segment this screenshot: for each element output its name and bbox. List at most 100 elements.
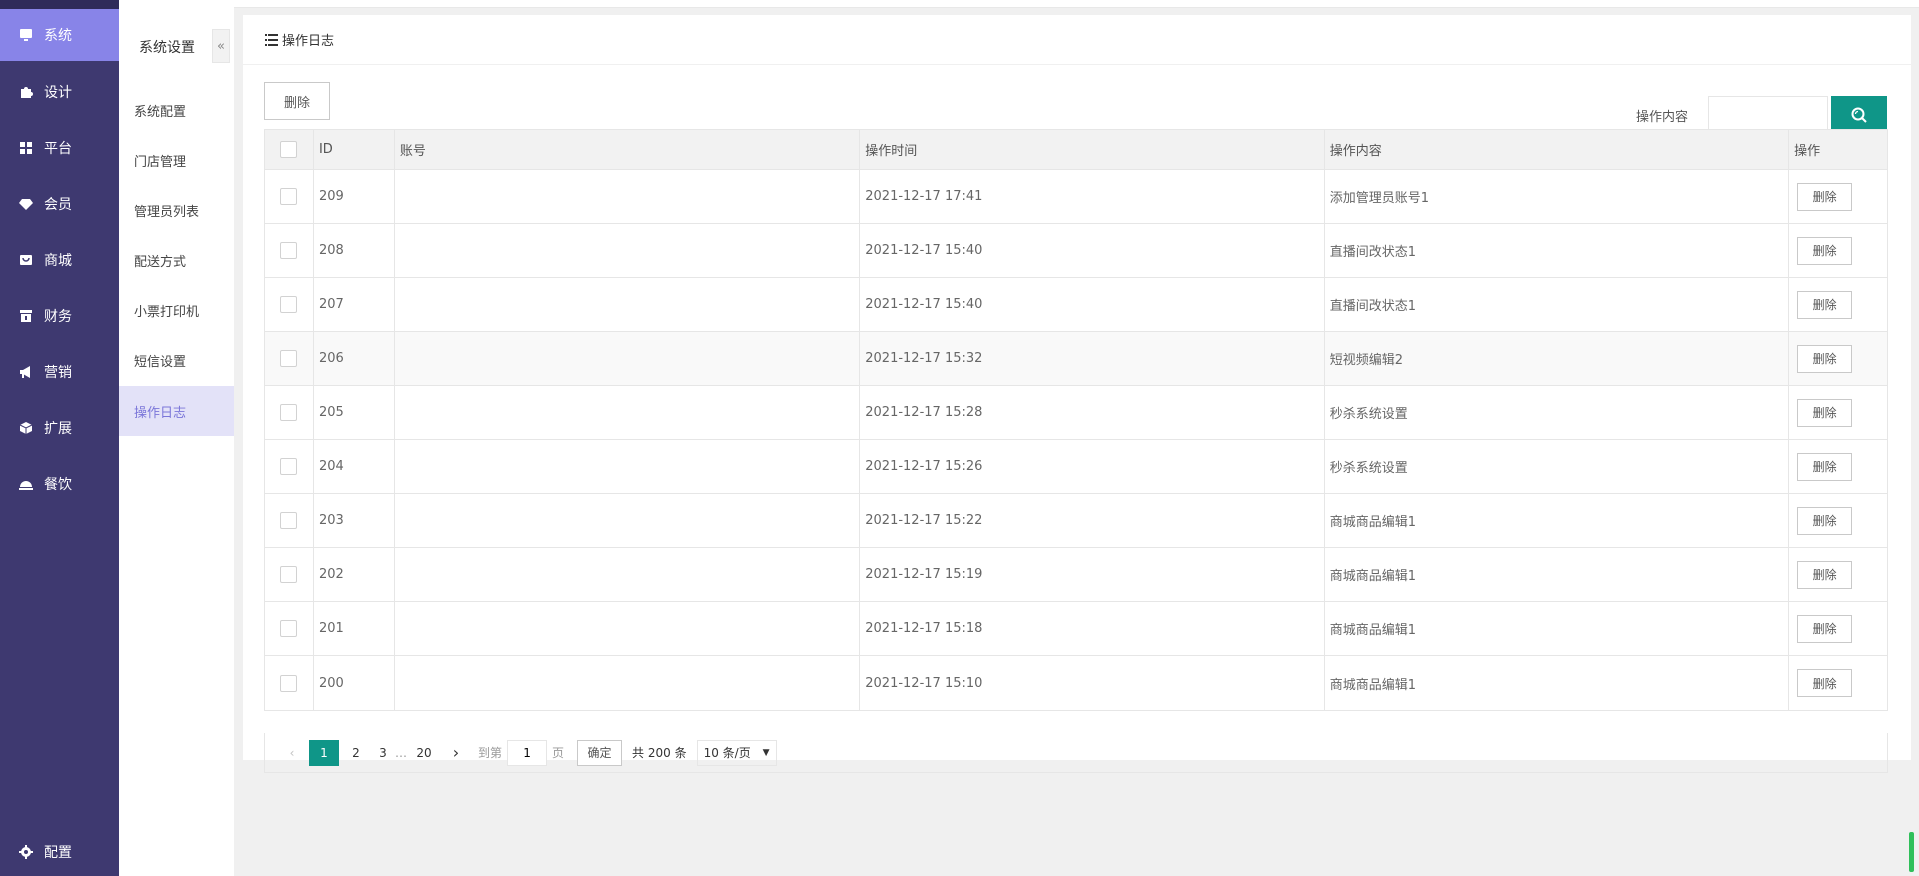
header-id[interactable]: ID — [314, 130, 395, 169]
nav-item-catering[interactable]: 餐饮 — [0, 458, 119, 510]
bulk-delete-button[interactable]: 删除 — [264, 82, 330, 120]
scrollbar-thumb[interactable] — [1909, 832, 1914, 872]
cell-time: 2021-12-17 15:40 — [860, 278, 1325, 331]
search-label: 操作内容 — [1636, 110, 1689, 125]
cell-id: 200 — [314, 656, 395, 710]
row-delete-button[interactable]: 删除 — [1797, 182, 1853, 211]
row-checkbox[interactable] — [280, 674, 298, 692]
cell-time: 2021-12-17 15:28 — [860, 386, 1325, 439]
collapse-sidebar-button[interactable]: « — [212, 29, 230, 63]
page-button-20[interactable]: 20 — [409, 740, 439, 766]
subnav-item-admin-list[interactable]: 管理员列表 — [119, 185, 234, 235]
cell-operation: 删除 — [1789, 548, 1887, 601]
cell-time: 2021-12-17 15:32 — [860, 332, 1325, 385]
prev-page-button[interactable]: ‹ — [277, 740, 307, 766]
nav-item-system[interactable]: 系统 — [0, 9, 119, 61]
nav-item-shop[interactable]: 商城 — [0, 234, 119, 286]
row-delete-button[interactable]: 删除 — [1797, 560, 1853, 589]
table-row: 202 2021-12-17 15:19 商城商品编辑1 删除 — [265, 548, 1887, 602]
subnav-item-receipt-printer[interactable]: 小票打印机 — [119, 285, 234, 335]
table-row: 206 2021-12-17 15:32 短视频编辑2 删除 — [265, 332, 1887, 386]
row-checkbox[interactable] — [280, 512, 298, 529]
row-checkbox[interactable] — [280, 566, 298, 583]
row-checkbox[interactable] — [280, 620, 298, 637]
nav-item-label: 财务 — [44, 309, 72, 325]
subnav-item-system-config[interactable]: 系统配置 — [119, 85, 234, 135]
header-content[interactable]: 操作内容 — [1325, 130, 1790, 169]
cell-content: 商城商品编辑1 — [1325, 548, 1790, 601]
cell-id: 209 — [314, 170, 395, 223]
header-account[interactable]: 账号 — [395, 130, 861, 169]
row-delete-button[interactable]: 删除 — [1797, 344, 1853, 373]
nav-item-label: 商城 — [44, 253, 72, 269]
nav-item-design[interactable]: 设计 — [0, 66, 119, 118]
goto-confirm-button[interactable]: 确定 — [577, 739, 623, 766]
row-checkbox[interactable] — [280, 188, 298, 205]
table-header-row: ID 账号 操作时间 操作内容 操作 — [265, 130, 1887, 170]
page-button-3[interactable]: 3 — [373, 740, 393, 766]
shop-icon — [18, 252, 34, 268]
nav-item-finance[interactable]: 财务 — [0, 290, 119, 342]
subnav-item-operation-log[interactable]: 操作日志 — [119, 386, 234, 436]
cell-operation: 删除 — [1789, 386, 1887, 439]
dropdown-arrow-icon: ▼ — [762, 747, 770, 758]
list-icon — [265, 33, 278, 46]
sidebar-top-strip — [0, 0, 119, 9]
table-row: 209 2021-12-17 17:41 添加管理员账号1 删除 — [265, 170, 1887, 224]
cell-account — [395, 602, 861, 655]
row-select-cell — [265, 656, 314, 710]
page-button-1[interactable]: 1 — [309, 739, 339, 766]
row-delete-button[interactable]: 删除 — [1797, 506, 1853, 535]
nav-item-label: 会员 — [44, 197, 72, 213]
pagination: ‹ 1 2 3 … 20 › 到第 页 确定 共 200 条 10 条/页 ▼ — [264, 733, 1888, 773]
row-delete-button[interactable]: 删除 — [1797, 669, 1853, 697]
cube-icon — [18, 420, 34, 436]
cell-account — [395, 656, 861, 710]
nav-item-marketing[interactable]: 营销 — [0, 346, 119, 398]
page-size-select[interactable]: 10 条/页 ▼ — [696, 739, 777, 766]
nav-item-label: 扩展 — [44, 421, 72, 437]
operation-log-table: ID 账号 操作时间 操作内容 操作 209 2021-12-17 17:41 添加… — [264, 129, 1888, 711]
goto-prefix: 到第 — [478, 746, 503, 760]
table-row: 204 2021-12-17 15:26 秒杀系统设置 删除 — [265, 440, 1887, 494]
puzzle-icon — [18, 84, 34, 100]
row-select-cell — [265, 332, 314, 385]
table-body: 209 2021-12-17 17:41 添加管理员账号1 删除 208 2021-12-… — [265, 170, 1887, 710]
row-delete-button[interactable]: 删除 — [1797, 614, 1853, 643]
panel-title: 操作日志 — [282, 34, 335, 49]
table-row: 201 2021-12-17 15:18 商城商品编辑1 删除 — [265, 602, 1887, 656]
goto-page-input[interactable] — [507, 739, 548, 766]
row-checkbox[interactable] — [280, 350, 298, 367]
row-delete-button[interactable]: 删除 — [1797, 236, 1853, 265]
cell-account — [395, 440, 861, 493]
select-all-checkbox[interactable] — [280, 141, 298, 158]
row-delete-button[interactable]: 删除 — [1797, 398, 1853, 427]
finance-icon — [18, 308, 34, 324]
cell-content: 商城商品编辑1 — [1325, 656, 1790, 710]
header-time[interactable]: 操作时间 — [860, 130, 1325, 169]
row-checkbox[interactable] — [280, 296, 298, 313]
cell-time: 2021-12-17 15:22 — [860, 494, 1325, 547]
row-select-cell — [265, 170, 314, 223]
nav-item-label: 配置 — [44, 845, 72, 861]
nav-item-settings[interactable]: 配置 — [0, 826, 119, 876]
nav-item-platform[interactable]: 平台 — [0, 122, 119, 174]
row-checkbox[interactable] — [280, 242, 298, 259]
row-delete-button[interactable]: 删除 — [1797, 290, 1853, 319]
page-button-2[interactable]: 2 — [341, 740, 371, 766]
nav-item-member[interactable]: 会员 — [0, 178, 119, 230]
subnav-item-store-management[interactable]: 门店管理 — [119, 135, 234, 185]
subnav-item-delivery[interactable]: 配送方式 — [119, 235, 234, 285]
row-delete-button[interactable]: 删除 — [1797, 452, 1853, 481]
nav-item-extension[interactable]: 扩展 — [0, 402, 119, 454]
system-icon — [18, 27, 34, 43]
cell-content: 商城商品编辑1 — [1325, 602, 1790, 655]
cell-account — [395, 386, 861, 439]
subnav-item-sms-settings[interactable]: 短信设置 — [119, 335, 234, 385]
row-checkbox[interactable] — [280, 404, 298, 421]
nav-item-label: 平台 — [44, 141, 72, 157]
cell-id: 203 — [314, 494, 395, 547]
cell-time: 2021-12-17 15:10 — [860, 656, 1325, 710]
row-checkbox[interactable] — [280, 458, 298, 475]
next-page-button[interactable]: › — [441, 740, 471, 766]
